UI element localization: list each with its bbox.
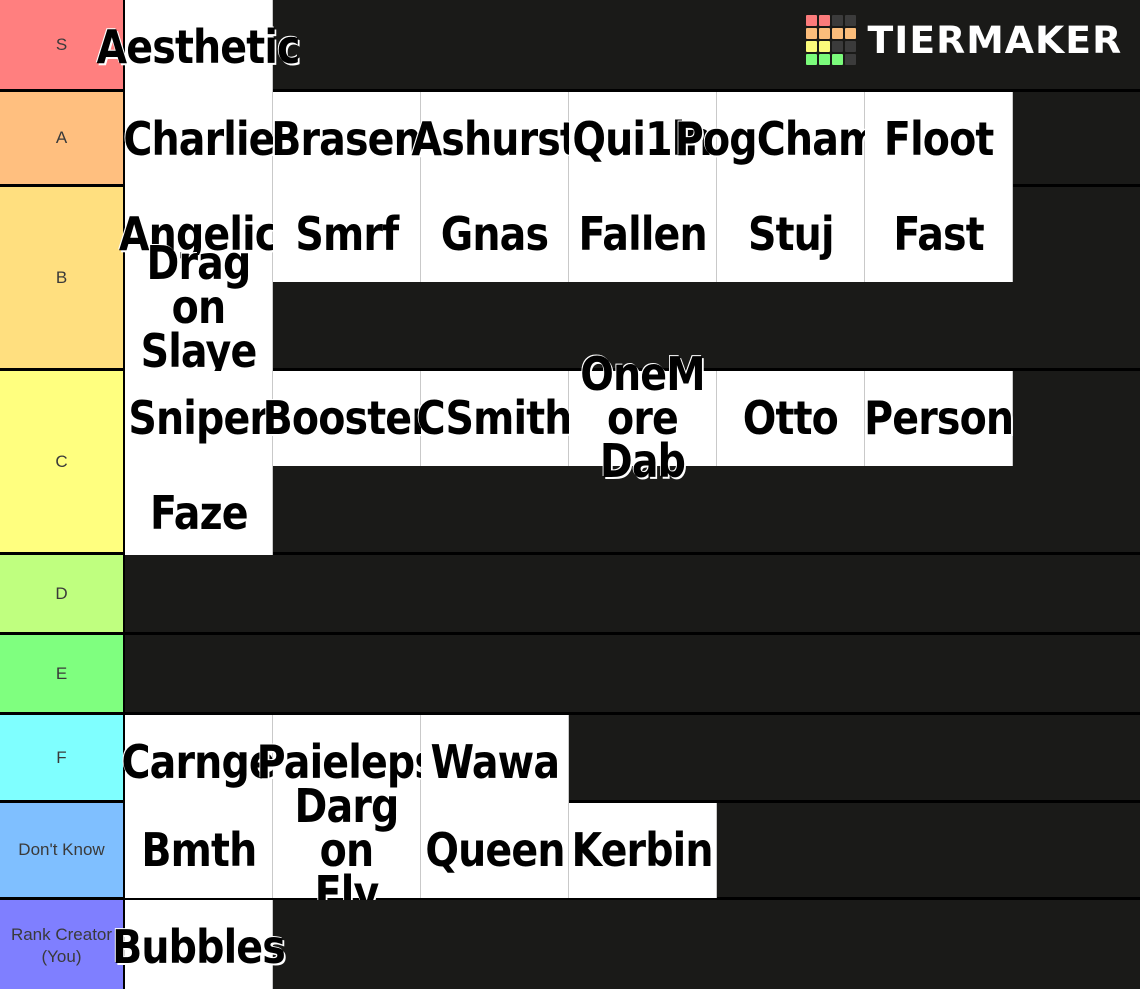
tier-item[interactable]: Aesthetic (97, 0, 301, 95)
tier-item-label: Stuj (747, 206, 835, 261)
tier-item[interactable]: Booster (263, 371, 431, 466)
tier-item-label: Ashurst (411, 111, 578, 166)
tier-item[interactable]: Brasen (271, 92, 423, 187)
tier-item-label: Fallen (578, 206, 707, 261)
tier-item[interactable]: PogChamp (675, 92, 907, 187)
logo-cell-3-1 (819, 54, 831, 65)
logo-cell-3-0 (806, 54, 818, 65)
tier-drop-area[interactable]: Bmth Dargon Fly Queen Kerbin (125, 783, 1140, 916)
tier-item[interactable]: Ashurst (411, 92, 579, 187)
tier-item-label: Paieleps (256, 734, 437, 789)
tier-item[interactable]: Stuj (717, 187, 865, 282)
tier-item-label: Otto (742, 390, 839, 445)
tiermaker-logo: TIERMAKER (806, 14, 1123, 66)
tier-item[interactable]: Wawa (421, 715, 569, 810)
tier-list-container: TIERMAKER S Aesthetic A Charlie Brasen Ashurs… (0, 0, 1140, 989)
tier-label[interactable]: F (0, 715, 125, 800)
tier-item[interactable]: Dargon Fly (273, 783, 421, 916)
tier-row: E (0, 635, 1140, 715)
tier-drop-area[interactable] (125, 555, 1140, 632)
tier-label[interactable]: Rank Creator (You) (0, 900, 125, 989)
logo-cell-2-2 (832, 41, 844, 52)
tier-item[interactable]: Faze (125, 466, 273, 561)
tier-row: Don't Know Bmth Dargon Fly Queen Kerbin (0, 783, 1140, 916)
tier-item-label: Smrf (294, 206, 399, 261)
tier-label[interactable]: C (0, 371, 125, 552)
tier-item-label: Queen (424, 822, 565, 877)
tier-row: C Sniper Booster CSmith OneMore Dab Otto Person… (0, 351, 1140, 561)
tier-rows: S Aesthetic A Charlie Brasen Ashurst Qui1ln Pog… (0, 0, 1140, 989)
tier-item-label: Brasen (271, 111, 423, 166)
tier-item[interactable]: CSmith (417, 371, 573, 466)
tier-item-label: Kerbin (571, 822, 714, 877)
tier-item[interactable]: Fast (865, 187, 1013, 282)
tier-item-label: Charlie (122, 111, 275, 166)
logo-cell-0-3 (845, 15, 857, 26)
logo-cell-2-0 (806, 41, 818, 52)
tier-item-label: Dargon Fly (294, 778, 400, 921)
tier-item-label: Wawa (430, 734, 560, 789)
logo-cell-1-2 (832, 28, 844, 39)
logo-cell-1-1 (819, 28, 831, 39)
tier-item[interactable]: Kerbin (569, 803, 717, 898)
logo-cell-0-2 (832, 15, 844, 26)
logo-cell-2-1 (819, 41, 831, 52)
tier-row: A Charlie Brasen Ashurst Qui1ln PogChamp Floot (0, 92, 1140, 187)
tier-item-label: Person (863, 390, 1014, 445)
tier-item[interactable]: Bubbles (112, 900, 286, 989)
tier-item[interactable]: DragonSlayer (125, 240, 273, 417)
tier-item[interactable]: Sniper (125, 371, 273, 466)
tier-item[interactable]: Gnas (421, 187, 569, 282)
tier-drop-area[interactable] (125, 635, 1140, 712)
tier-item[interactable]: Fallen (569, 187, 717, 282)
tier-item[interactable]: Person (863, 371, 1014, 466)
tier-drop-area[interactable]: Angelic Smrf Gnas Fallen Stuj Fast Dragon Slaye… (119, 187, 1140, 417)
logo-cell-3-2 (832, 54, 844, 65)
tier-item[interactable]: Carnge (121, 715, 276, 810)
tier-item-label: Faze (149, 485, 249, 540)
tier-item-label: Gnas (440, 206, 549, 261)
logo-cell-0-1 (819, 15, 831, 26)
tier-item-label: CSmith (417, 390, 573, 445)
logo-cell-1-3 (845, 28, 857, 39)
tier-row: Rank Creator (You) Bubbles (0, 900, 1140, 989)
tier-item-label: Floot (883, 111, 994, 166)
tier-item-label: OneMore Dab (580, 346, 705, 489)
logo-cell-3-3 (845, 54, 857, 65)
tier-label[interactable]: E (0, 635, 125, 712)
tier-item[interactable]: Smrf (273, 187, 421, 282)
tier-label[interactable]: Don't Know (0, 803, 125, 897)
tier-item-label: Booster (262, 390, 431, 445)
tier-label[interactable]: B (0, 187, 125, 368)
tier-item-label: Carnge (121, 734, 276, 789)
tier-drop-area[interactable]: Carnge Paieleps Wawa (122, 715, 1140, 810)
tier-item-label: Fast (893, 206, 984, 261)
tier-label[interactable]: A (0, 92, 125, 184)
tier-drop-area[interactable]: Bubbles (112, 900, 1140, 989)
tier-row: D (0, 555, 1140, 635)
logo-grid-icon (806, 15, 857, 65)
tier-item[interactable]: OneMore Dab (569, 351, 717, 484)
logo-cell-1-0 (806, 28, 818, 39)
tier-row: B Angelic Smrf Gnas Fallen Stuj Fast Dragon Slay… (0, 187, 1140, 417)
tier-item[interactable]: Queen (421, 803, 569, 898)
tier-drop-area[interactable]: Sniper Booster CSmith OneMore Dab Otto Person F… (125, 351, 1140, 561)
tier-row: F Carnge Paieleps Wawa (0, 715, 1140, 810)
logo-wordmark: TIERMAKER (867, 18, 1123, 62)
tier-item[interactable]: Otto (717, 371, 865, 466)
tier-item-label: Sniper (128, 390, 270, 445)
tier-drop-area[interactable]: Charlie Brasen Ashurst Qui1ln PogChamp Floot (122, 92, 1140, 187)
tier-item-label: Bmth (140, 822, 257, 877)
logo-cell-2-3 (845, 41, 857, 52)
tier-item-label: Aesthetic (96, 19, 301, 74)
tier-label[interactable]: D (0, 555, 125, 632)
tier-item[interactable]: Charlie (122, 92, 275, 187)
logo-cell-0-0 (806, 15, 818, 26)
tier-item[interactable]: Bmth (125, 803, 273, 898)
tier-item-label: Bubbles (112, 919, 286, 974)
tier-item[interactable]: Floot (865, 92, 1013, 187)
